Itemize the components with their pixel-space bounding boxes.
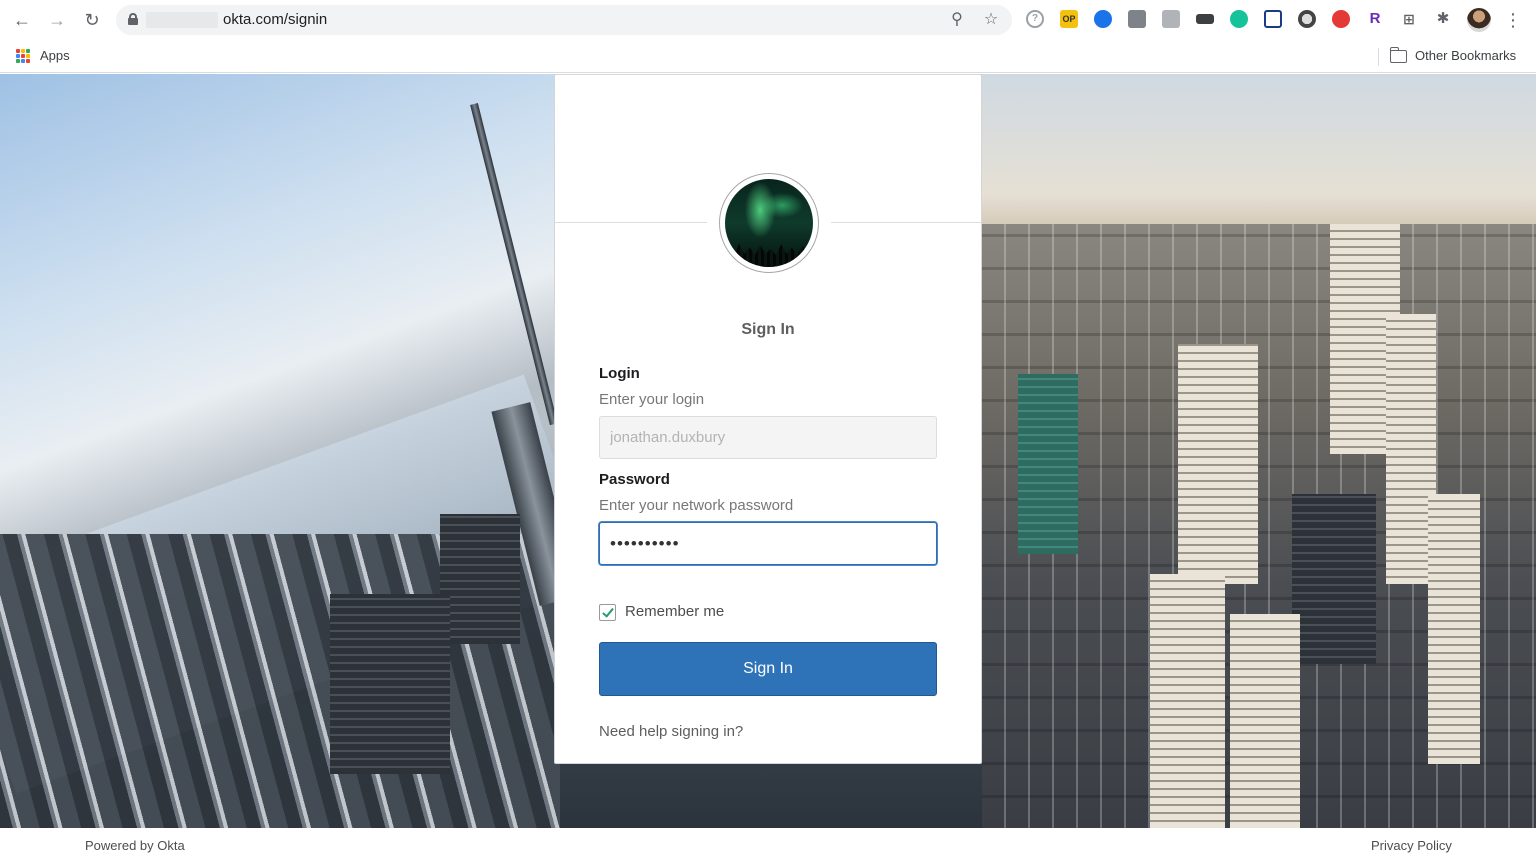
back-arrow-icon[interactable]: ← (10, 8, 34, 32)
remember-me-checkbox[interactable] (599, 604, 616, 621)
apps-bookmark[interactable]: Apps (40, 48, 70, 63)
key-icon[interactable]: ⚲ (946, 9, 968, 31)
reload-icon[interactable]: ↻ (80, 8, 104, 32)
signin-button[interactable]: Sign In (599, 642, 937, 696)
url-redacted-block (146, 12, 218, 28)
help-signing-in-link[interactable]: Need help signing in? (599, 723, 743, 740)
op-extension-icon[interactable]: OP (1060, 10, 1078, 28)
powered-by-link[interactable]: Powered by Okta (85, 838, 185, 853)
address-bar[interactable]: okta.com/signin ⚲ ☆ (116, 5, 1012, 35)
remember-me-label[interactable]: Remember me (625, 603, 724, 620)
login-input[interactable] (599, 416, 937, 459)
grid-extension-icon[interactable]: ⊞ (1400, 10, 1418, 28)
login-label: Login (599, 365, 640, 382)
folder-icon (1389, 47, 1407, 63)
password-hint: Enter your network password (599, 497, 794, 514)
bookmark-star-icon[interactable]: ☆ (980, 9, 1002, 31)
signin-card: Sign In Login Enter your login Password … (554, 74, 982, 764)
header-divider-left (555, 222, 707, 223)
password-label: Password (599, 471, 670, 488)
circle-extension-icon[interactable] (1298, 10, 1316, 28)
dark-extension-icon[interactable] (1196, 14, 1214, 24)
url-text: okta.com/signin (223, 11, 328, 28)
privacy-policy-link[interactable]: Privacy Policy (1371, 838, 1452, 853)
menu-kebab-icon[interactable]: ⋮ (1503, 8, 1523, 32)
other-bookmarks-button[interactable]: Other Bookmarks (1415, 48, 1516, 63)
r-extension-icon[interactable]: R (1366, 10, 1384, 28)
browser-toolbar: ← → ↻ okta.com/signin ⚲ ☆ ? OP R ⊞ ✱ ⋮ (0, 0, 1536, 40)
blue-extension-icon[interactable] (1094, 10, 1112, 28)
help-extension-icon[interactable]: ? (1026, 10, 1044, 28)
bookmarks-bar: Apps Other Bookmarks (0, 40, 1536, 73)
camera-extension-icon[interactable] (1128, 10, 1146, 28)
checkmark-icon (602, 605, 614, 618)
apps-grid-icon[interactable] (16, 49, 30, 63)
red-extension-icon[interactable] (1332, 10, 1350, 28)
lock-icon (128, 13, 138, 25)
profile-avatar[interactable] (1467, 8, 1491, 32)
org-logo (719, 173, 819, 273)
aurora-image (725, 179, 813, 267)
password-input[interactable] (599, 522, 937, 565)
login-hint: Enter your login (599, 391, 705, 408)
bookmarks-divider (1378, 48, 1379, 66)
grammarly-extension-icon[interactable] (1230, 10, 1248, 28)
gray-extension-icon[interactable] (1162, 10, 1180, 28)
puzzle-extensions-icon[interactable]: ✱ (1434, 10, 1452, 28)
checklist-extension-icon[interactable] (1264, 10, 1282, 28)
forward-arrow-icon[interactable]: → (45, 8, 69, 32)
signin-title: Sign In (741, 321, 795, 338)
header-divider-right (831, 222, 981, 223)
page-footer: Powered by Okta Privacy Policy (0, 828, 1536, 866)
